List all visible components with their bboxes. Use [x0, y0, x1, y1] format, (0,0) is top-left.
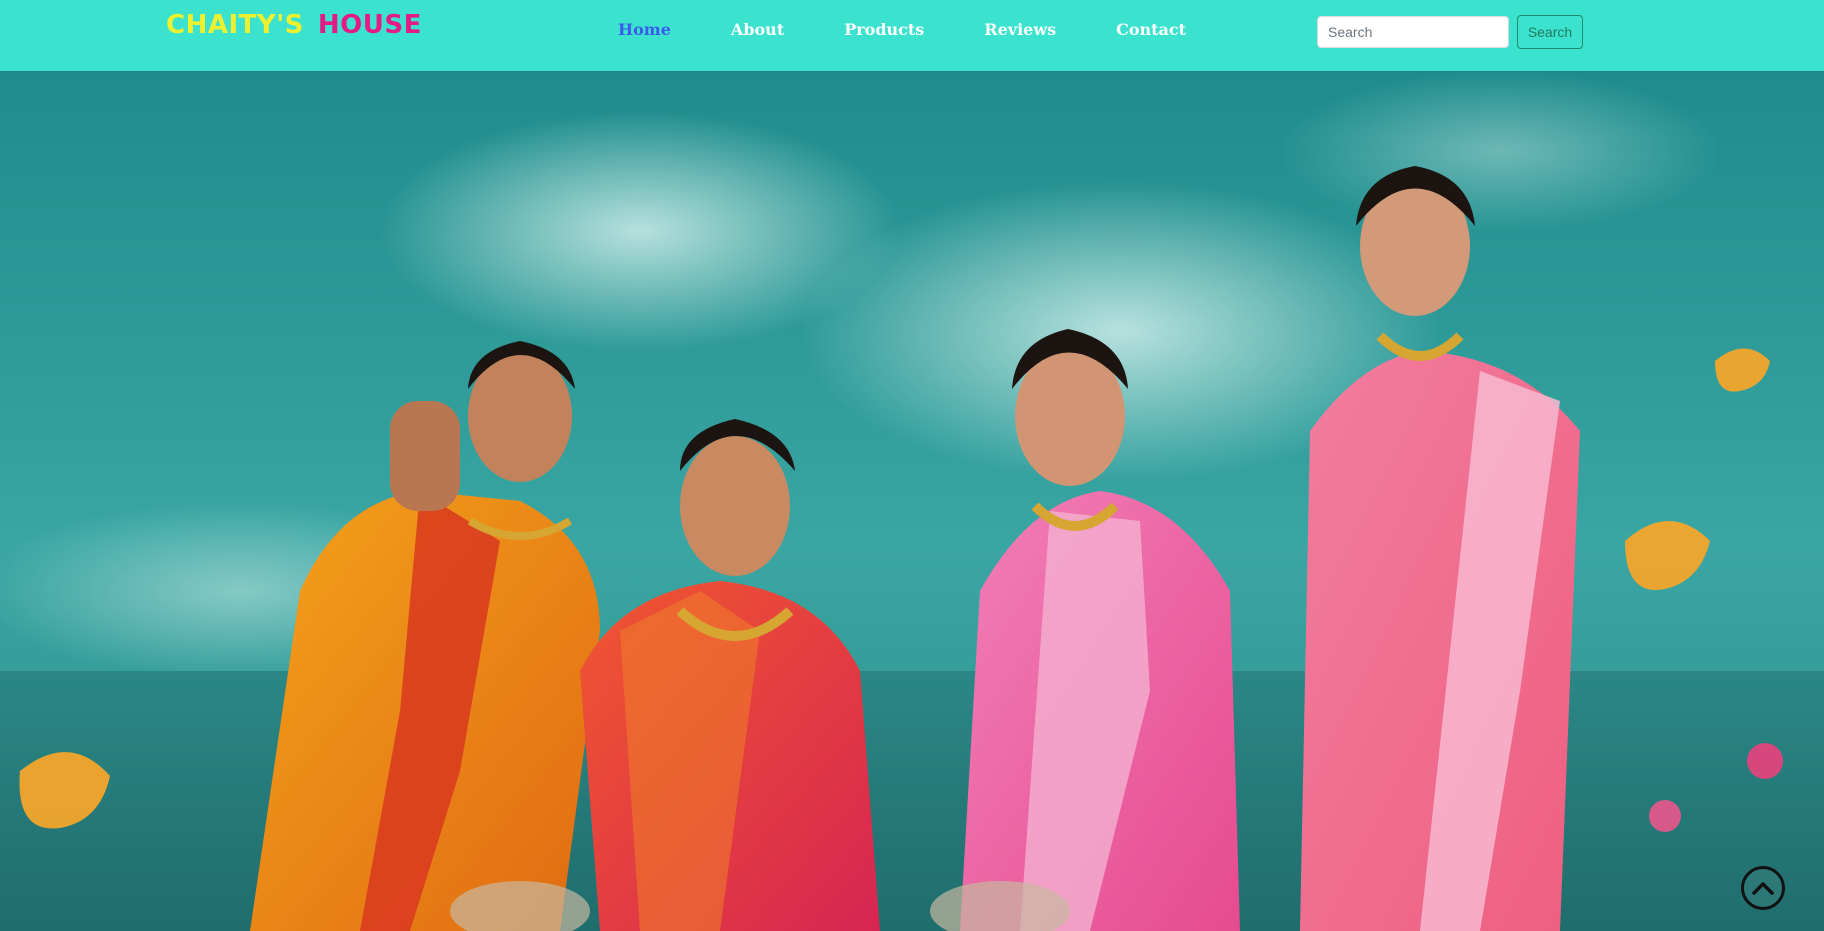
nav-link-products[interactable]: Products: [844, 20, 924, 39]
brand-logo[interactable]: CHAITY'S HOUSE: [166, 10, 422, 40]
hero-image: [0, 71, 1824, 931]
hero-banner: [0, 71, 1824, 931]
search-button[interactable]: Search: [1517, 15, 1583, 49]
nav-link-home[interactable]: Home: [618, 20, 671, 39]
nav-link-reviews[interactable]: Reviews: [984, 20, 1056, 39]
nav-link-contact[interactable]: Contact: [1116, 20, 1186, 39]
brand-name-part2: HOUSE: [317, 10, 422, 40]
search-input[interactable]: [1317, 16, 1509, 48]
search-form: Search: [1317, 15, 1583, 49]
nav-link-about[interactable]: About: [731, 20, 784, 39]
main-nav: Home About Products Reviews Contact: [618, 20, 1246, 39]
chevron-up-icon: [1752, 882, 1774, 895]
top-navbar: CHAITY'S HOUSE Home About Products Review…: [0, 0, 1824, 71]
brand-name-part1: CHAITY'S: [166, 10, 304, 40]
scroll-to-top-button[interactable]: [1741, 866, 1785, 910]
